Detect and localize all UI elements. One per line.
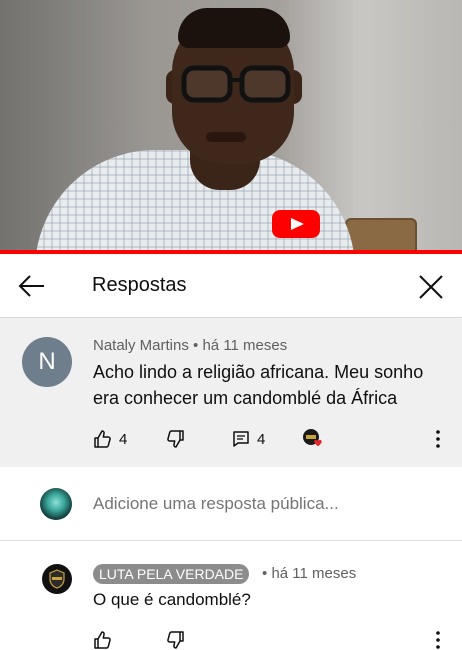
thumbs-down-icon — [167, 430, 184, 448]
shield-logo-icon — [49, 569, 65, 589]
add-reply-row — [0, 484, 462, 534]
comment-author[interactable]: Nataly Martins — [93, 337, 189, 354]
replies-header: Respostas — [0, 254, 462, 318]
creator-heart-badge — [301, 427, 327, 451]
avatar[interactable]: N — [22, 337, 72, 387]
divider — [0, 540, 462, 541]
thumbs-down-icon — [167, 631, 184, 649]
more-vert-icon — [436, 430, 440, 448]
video-player[interactable] — [0, 0, 462, 254]
comment-icon — [233, 431, 249, 447]
comment-meta: Nataly Martins • há 11 meses — [93, 337, 287, 354]
parent-comment: N Nataly Martins • há 11 meses Acho lind… — [0, 319, 462, 467]
reply-author-badge[interactable]: LUTA PELA VERDADE — [93, 564, 250, 584]
like-count: 4 — [119, 430, 128, 448]
reply-text: O que é candomblé? — [93, 590, 251, 609]
creator-heart-icon — [303, 429, 322, 447]
reply-more-button[interactable] — [431, 630, 445, 650]
like-button[interactable]: 4 — [93, 427, 127, 451]
close-icon — [419, 275, 443, 299]
video-person-mouth — [206, 132, 246, 142]
reply-count: 4 — [257, 430, 266, 448]
comment-time: há 11 meses — [202, 337, 288, 354]
reply-input[interactable] — [93, 494, 433, 514]
reply-actions — [93, 628, 453, 650]
avatar-letter: N — [38, 348, 56, 375]
youtube-play-icon — [272, 210, 320, 238]
arrow-left-icon — [18, 275, 44, 297]
back-button[interactable] — [14, 270, 50, 302]
comment-text: Acho lindo a religião africana. Meu sonh… — [93, 362, 424, 408]
dislike-button[interactable] — [165, 628, 185, 650]
reply-count-button[interactable]: 4 — [231, 427, 265, 451]
meta-separator: • — [262, 565, 268, 582]
thumbs-up-icon — [94, 631, 111, 649]
thumbs-up-icon — [94, 430, 111, 448]
comment-more-button[interactable] — [431, 429, 445, 449]
more-vert-icon — [436, 631, 440, 649]
avatar[interactable] — [42, 564, 72, 594]
reply-time: há 11 meses — [271, 565, 357, 582]
video-person-glasses — [181, 65, 291, 103]
video-person-hair — [178, 8, 290, 48]
dislike-button[interactable] — [165, 427, 185, 451]
like-button[interactable] — [93, 628, 113, 650]
reply-item: LUTA PELA VERDADE • há 11 meses O que é … — [0, 556, 462, 650]
comment-actions: 4 4 — [93, 427, 453, 451]
video-chair — [345, 218, 417, 254]
header-title: Respostas — [92, 274, 187, 296]
avatar[interactable] — [40, 488, 72, 520]
close-button[interactable] — [414, 270, 448, 304]
reply-meta: • há 11 meses — [262, 565, 356, 582]
meta-separator: • — [193, 337, 199, 354]
